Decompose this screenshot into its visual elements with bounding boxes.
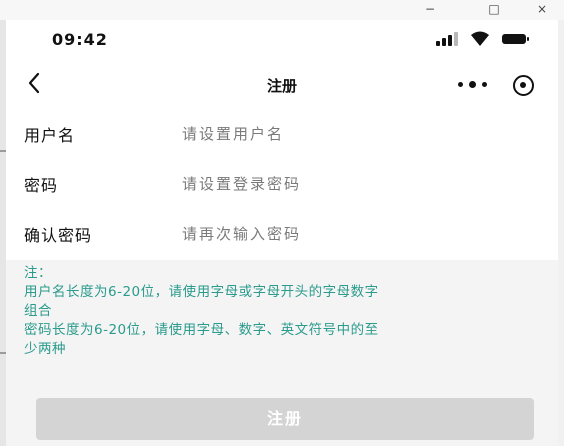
register-button[interactable]: 注册 xyxy=(36,398,534,440)
password-label: 密码 xyxy=(24,176,59,195)
username-row: 用户名 xyxy=(6,110,558,160)
status-time: 09:42 xyxy=(52,30,108,49)
confirm-password-row: 确认密码 xyxy=(6,210,558,260)
notes-line: 少两种 xyxy=(24,341,66,357)
username-input[interactable] xyxy=(182,116,532,152)
target-icon[interactable] xyxy=(513,75,534,96)
registration-form: 用户名 密码 确认密码 xyxy=(6,110,558,260)
signal-icon xyxy=(436,32,464,46)
more-icon[interactable] xyxy=(458,81,488,88)
notes-title: 注： xyxy=(24,265,52,281)
window-title-bar: − □ × xyxy=(0,0,564,20)
navigation-bar: 注册 xyxy=(6,60,558,110)
status-bar: 09:42 xyxy=(6,20,558,60)
minimize-button[interactable]: − xyxy=(410,0,450,20)
phone-screen: 09:42 注册 用户名 密码 xyxy=(6,20,558,446)
maximize-button[interactable]: □ xyxy=(474,0,514,20)
wifi-icon xyxy=(471,31,489,46)
notes-line: 用户名长度为6-20位，请使用字母或字母开头的字母数字 xyxy=(24,284,379,300)
notes-line: 密码长度为6-20位，请使用字母、数字、英文符号中的至 xyxy=(24,322,379,338)
password-input[interactable] xyxy=(182,166,532,202)
confirm-password-input[interactable] xyxy=(182,216,532,252)
username-label: 用户名 xyxy=(24,126,76,145)
battery-icon xyxy=(502,34,529,44)
confirm-password-label: 确认密码 xyxy=(24,226,93,245)
close-button[interactable]: × xyxy=(522,0,562,20)
notes-line: 组合 xyxy=(24,303,52,319)
registration-notes: 注： 用户名长度为6-20位，请使用字母或字母开头的字母数字 组合 密码长度为6… xyxy=(24,264,554,359)
password-row: 密码 xyxy=(6,160,558,210)
